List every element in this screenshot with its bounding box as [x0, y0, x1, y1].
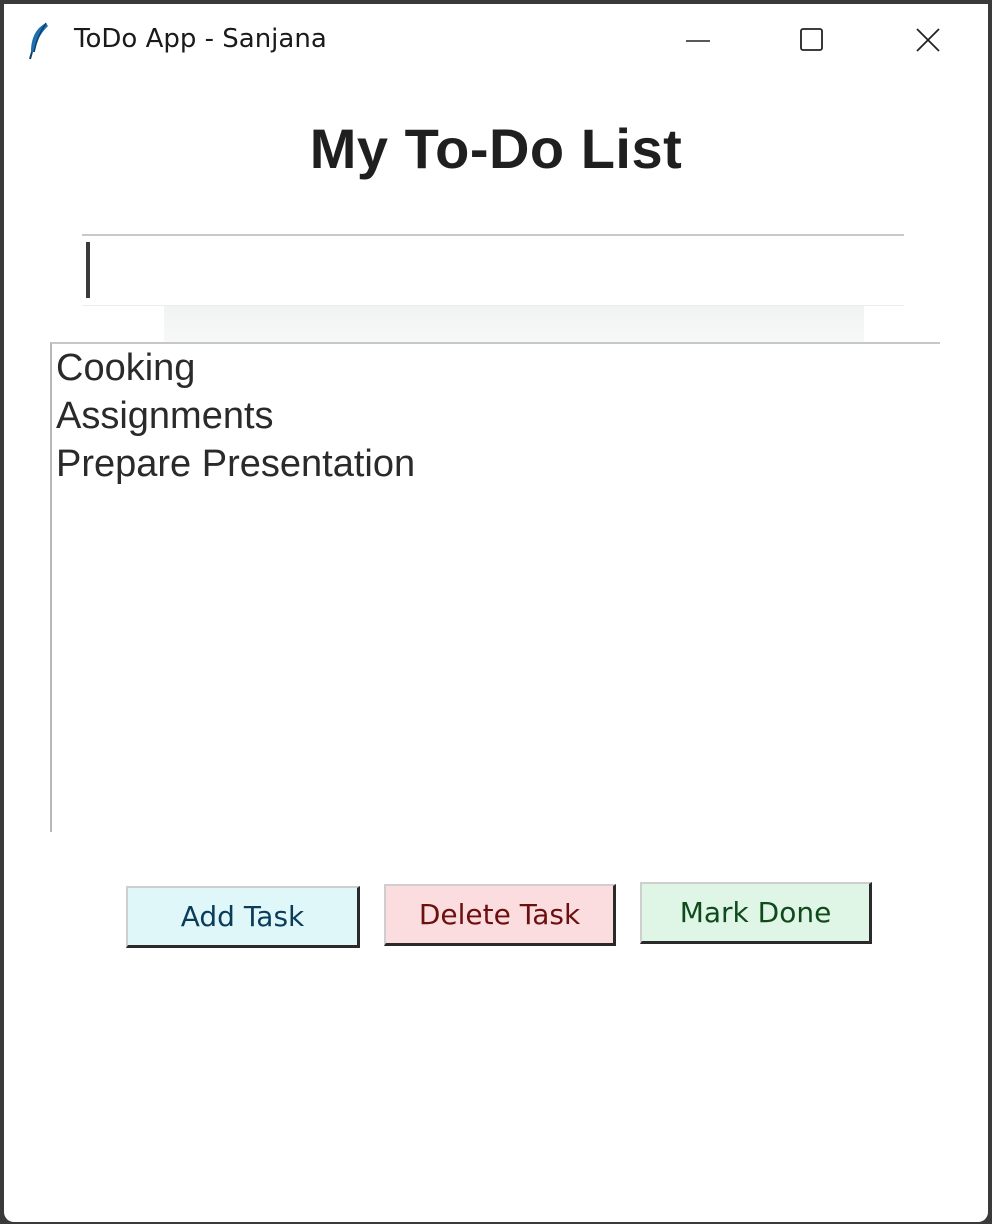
- maximize-button[interactable]: [782, 16, 842, 68]
- list-item[interactable]: Prepare Presentation: [52, 440, 940, 488]
- list-item[interactable]: Assignments: [52, 392, 940, 440]
- mark-done-button[interactable]: Mark Done: [640, 882, 872, 944]
- close-button[interactable]: [898, 16, 958, 68]
- delete-task-button[interactable]: Delete Task: [384, 884, 616, 946]
- feather-icon: [28, 22, 50, 60]
- minimize-button[interactable]: [668, 16, 728, 68]
- close-icon: [915, 27, 941, 58]
- app-window: ToDo App - Sanjana My To-Do List Cooking…: [4, 4, 988, 1222]
- add-task-button[interactable]: Add Task: [126, 886, 360, 948]
- page-title: My To-Do List: [309, 117, 683, 180]
- text-cursor: [86, 242, 90, 298]
- title-bar[interactable]: ToDo App - Sanjana: [4, 4, 988, 78]
- window-title: ToDo App - Sanjana: [74, 24, 327, 54]
- entry-shadow: [164, 306, 864, 342]
- maximize-icon: [799, 27, 825, 58]
- task-input[interactable]: [82, 234, 904, 306]
- task-list[interactable]: Cooking Assignments Prepare Presentation: [50, 342, 940, 832]
- list-item[interactable]: Cooking: [52, 344, 940, 392]
- minimize-icon: [685, 27, 711, 58]
